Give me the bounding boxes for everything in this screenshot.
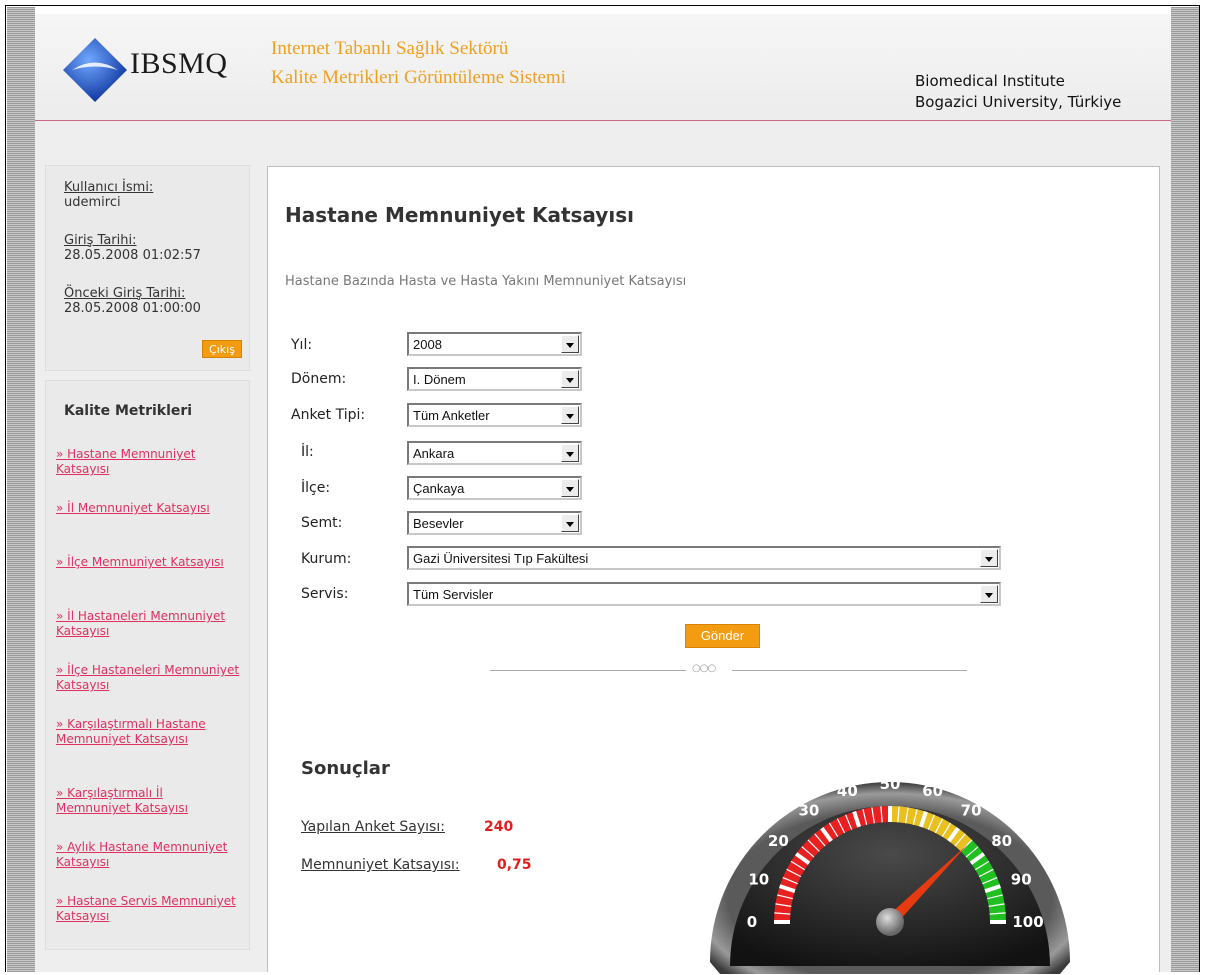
nav-link-city-hospitals-satisfaction[interactable]: » İl Hastaneleri Memnuniyet Katsayısı xyxy=(56,609,241,639)
survey-count-label: Yapılan Anket Sayısı: xyxy=(301,819,445,835)
satisfaction-label: Memnuniyet Katsayısı: xyxy=(301,857,460,873)
gauge-needle-hub xyxy=(876,908,904,936)
nav-link-comparative-hospital-satisfaction[interactable]: » Karşılaştırmalı Hastane Memnuniyet Kat… xyxy=(56,717,241,747)
city-label: İl: xyxy=(301,444,314,460)
system-title-line1: Internet Tabanlı Sağlık Sektörü xyxy=(271,38,509,59)
chevron-down-icon[interactable] xyxy=(980,585,998,603)
nav-link-hospital-satisfaction[interactable]: » Hastane Memnuniyet Katsayısı xyxy=(56,447,241,477)
logout-button[interactable]: Çıkış xyxy=(202,340,242,358)
gauge-tick-label: 90 xyxy=(1011,870,1032,888)
chevron-down-icon[interactable] xyxy=(980,549,998,567)
chevron-down-icon[interactable] xyxy=(561,444,579,462)
prev-login-value: 28.05.2008 01:00:00 xyxy=(64,301,201,316)
chevron-down-icon[interactable] xyxy=(561,406,579,424)
main-content-panel: Hastane Memnuniyet Katsayısı Hastane Baz… xyxy=(267,166,1160,974)
divider-right xyxy=(732,670,967,671)
gauge-tick-label: 50 xyxy=(880,775,901,793)
chevron-down-icon[interactable] xyxy=(561,514,579,532)
nav-link-hospital-service-satisfaction[interactable]: » Hastane Servis Memnuniyet Katsayısı xyxy=(56,894,241,924)
satisfaction-value: 0,75 xyxy=(497,857,532,873)
right-edge-strip xyxy=(1171,7,1199,972)
university-name: Bogazici University, Türkiye xyxy=(915,93,1122,111)
system-title-line2: Kalite Metrikleri Görüntüleme Sistemi xyxy=(271,67,566,88)
prev-login-label: Önceki Giriş Tarihi: xyxy=(64,286,186,301)
login-date-label: Giriş Tarihi: xyxy=(64,233,137,248)
survey-type-select[interactable]: Tüm Anketler xyxy=(407,403,582,427)
site-header: IBSMQ Internet Tabanlı Sağlık Sektörü Ka… xyxy=(35,14,1171,121)
divider-left xyxy=(490,670,686,671)
gauge-tick-label: 70 xyxy=(961,801,982,819)
gauge-tick-label: 40 xyxy=(837,782,858,800)
survey-type-label: Anket Tipi: xyxy=(291,407,366,423)
district-label: İlçe: xyxy=(301,480,331,496)
institution-label: Kurum: xyxy=(301,551,352,567)
gauge-tick-label: 30 xyxy=(798,801,819,819)
institute-name: Biomedical Institute xyxy=(915,72,1065,90)
service-select[interactable]: Tüm Servisler xyxy=(407,582,1001,606)
city-select[interactable]: Ankara xyxy=(407,441,582,465)
survey-count-value: 240 xyxy=(484,819,514,835)
nav-link-city-satisfaction[interactable]: » İl Memnuniyet Katsayısı xyxy=(56,501,241,516)
period-select[interactable]: I. Dönem xyxy=(407,367,582,391)
username-value: udemirci xyxy=(64,195,121,210)
divider-ornament: ○○○ xyxy=(692,663,716,674)
satisfaction-gauge: 0 10 20 30 40 50 60 70 80 90 100 xyxy=(710,775,1070,974)
service-label: Servis: xyxy=(301,586,349,602)
metrics-nav-title: Kalite Metrikleri xyxy=(64,403,193,419)
chevron-down-icon[interactable] xyxy=(561,479,579,497)
logo-diamond-icon xyxy=(63,38,127,102)
chevron-down-icon[interactable] xyxy=(561,370,579,388)
nav-link-monthly-hospital-satisfaction[interactable]: » Aylık Hastane Memnuniyet Katsayısı xyxy=(56,840,241,870)
left-edge-strip xyxy=(7,7,35,972)
gauge-tick-label: 0 xyxy=(747,913,757,931)
submit-button[interactable]: Gönder xyxy=(685,624,760,648)
gauge-tick-label: 10 xyxy=(748,870,769,888)
gauge-tick-label: 100 xyxy=(1012,913,1043,931)
gauge-tick-label: 20 xyxy=(768,832,789,850)
year-label: Yıl: xyxy=(291,337,313,353)
year-select[interactable]: 2008 xyxy=(407,332,582,356)
user-info-panel: Kullanıcı İsmi: udemirci Giriş Tarihi: 2… xyxy=(45,165,250,371)
logo-text: IBSMQ xyxy=(130,47,228,80)
nav-link-district-satisfaction[interactable]: » İlçe Memnuniyet Katsayısı xyxy=(56,555,241,570)
area-select[interactable]: Besevler xyxy=(407,511,582,535)
results-title: Sonuçlar xyxy=(301,758,390,779)
gauge-tick-label: 60 xyxy=(922,782,943,800)
gauge-tick-label: 80 xyxy=(991,832,1012,850)
login-date-value: 28.05.2008 01:02:57 xyxy=(64,248,201,263)
period-label: Dönem: xyxy=(291,371,347,387)
page-title: Hastane Memnuniyet Katsayısı xyxy=(285,203,634,227)
nav-link-district-hospitals-satisfaction[interactable]: » İlçe Hastaneleri Memnuniyet Katsayısı xyxy=(56,663,241,693)
district-select[interactable]: Çankaya xyxy=(407,476,582,500)
metrics-nav-panel: Kalite Metrikleri » Hastane Memnuniyet K… xyxy=(45,380,250,950)
area-label: Semt: xyxy=(301,515,343,531)
username-label: Kullanıcı İsmi: xyxy=(64,180,154,195)
chevron-down-icon[interactable] xyxy=(561,335,579,353)
nav-link-comparative-city-satisfaction[interactable]: » Karşılaştırmalı İl Memnuniyet Katsayıs… xyxy=(56,786,241,816)
institution-select[interactable]: Gazi Üniversitesi Tıp Fakültesi xyxy=(407,546,1001,570)
page-subtitle: Hastane Bazında Hasta ve Hasta Yakını Me… xyxy=(285,274,687,289)
